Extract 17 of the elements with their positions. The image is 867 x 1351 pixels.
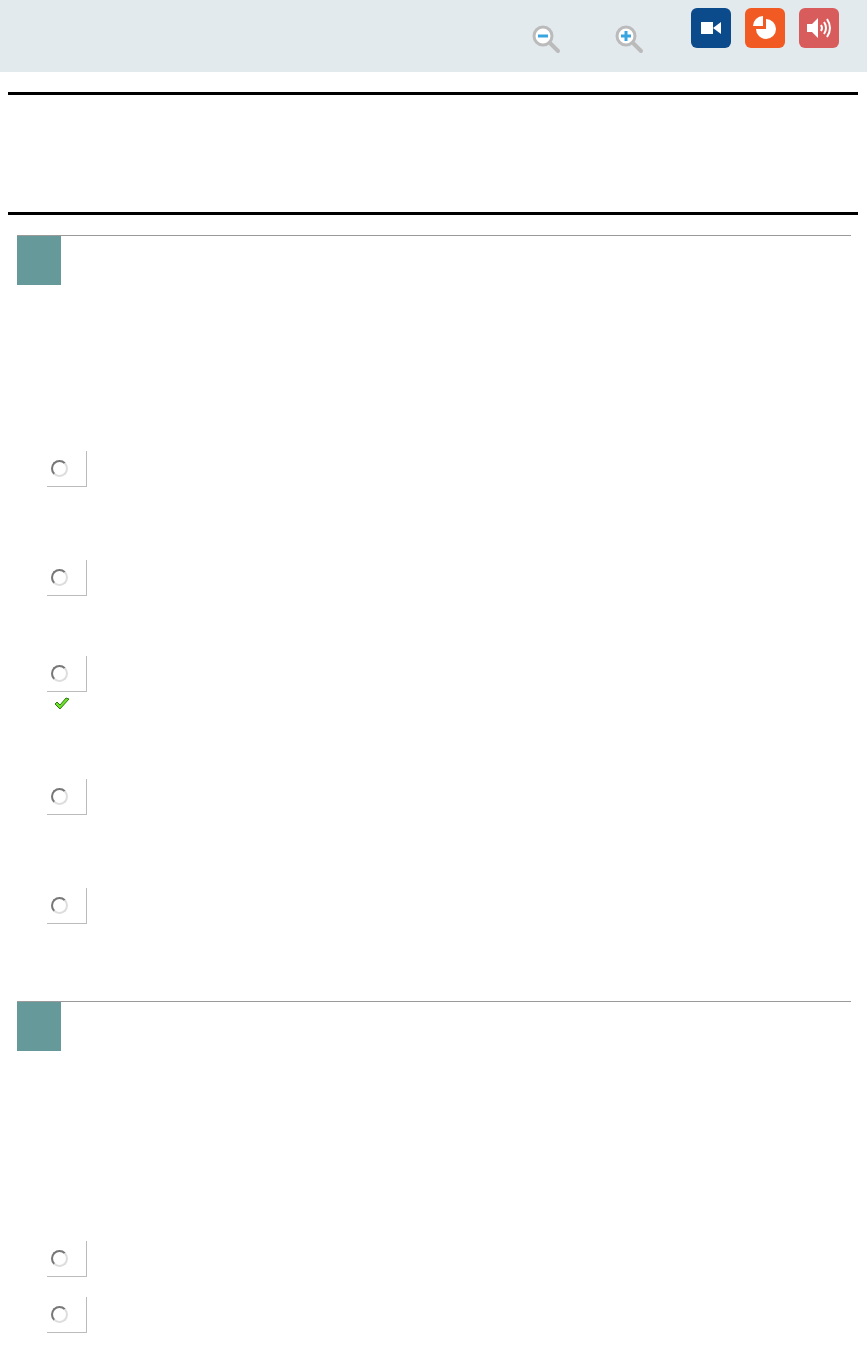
chart-button[interactable] xyxy=(745,8,785,48)
answer-option[interactable] xyxy=(47,451,87,487)
answer-option[interactable] xyxy=(47,560,87,596)
pie-chart-icon xyxy=(752,15,778,41)
speaker-icon xyxy=(806,17,832,39)
answer-option[interactable] xyxy=(47,1297,87,1333)
video-button[interactable] xyxy=(691,8,731,48)
answer-option[interactable] xyxy=(47,656,87,692)
answer-option[interactable] xyxy=(47,779,87,815)
zoom-out-icon xyxy=(531,24,563,56)
video-camera-icon xyxy=(701,21,721,35)
speaker-button[interactable] xyxy=(799,8,839,48)
answer-option[interactable] xyxy=(47,1241,87,1277)
answer-option[interactable] xyxy=(47,888,87,924)
question-number-badge xyxy=(17,1002,61,1051)
question-number-badge xyxy=(17,236,61,285)
zoom-in-icon xyxy=(614,24,646,56)
